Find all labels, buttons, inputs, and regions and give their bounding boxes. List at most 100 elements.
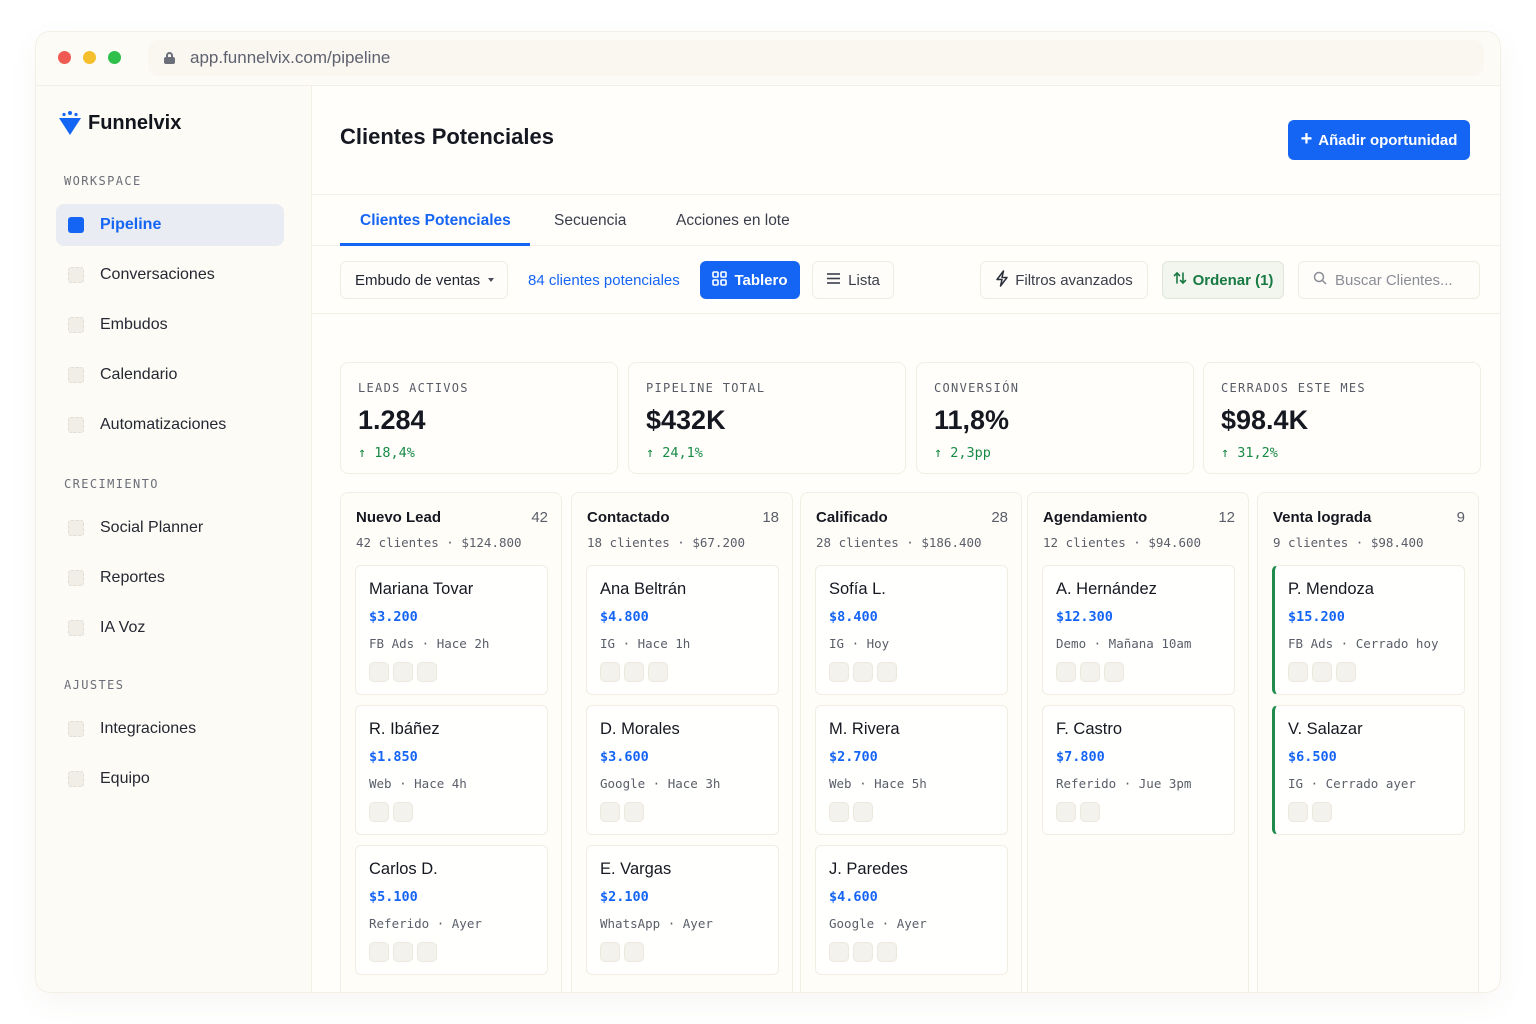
action-chip-icon[interactable] <box>417 942 437 962</box>
advanced-filters-button[interactable]: Filtros avanzados <box>980 261 1148 299</box>
lead-action-chips <box>369 802 413 822</box>
lead-card[interactable]: J. Paredes $4.600 Google · Ayer <box>815 845 1008 975</box>
action-chip-icon[interactable] <box>417 662 437 682</box>
address-bar[interactable]: app.funnelvix.com/pipeline <box>148 40 1484 76</box>
kpi-delta: ↑ 31,2% <box>1221 445 1278 461</box>
kpi-delta: ↑ 24,1% <box>646 445 703 461</box>
lead-amount: $7.800 <box>1056 749 1105 765</box>
board-view-button[interactable]: Tablero <box>700 261 800 299</box>
sidebar-item-equipo[interactable]: Equipo <box>56 758 284 800</box>
column-title: Agendamiento <box>1043 509 1148 526</box>
action-chip-icon[interactable] <box>829 662 849 682</box>
page-title: Clientes Potenciales <box>340 124 554 149</box>
tab-acciones-en-lote[interactable]: Acciones en lote <box>676 195 790 247</box>
lead-card[interactable]: A. Hernández $12.300 Demo · Mañana 10am <box>1042 565 1235 695</box>
sidebar-item-reportes[interactable]: Reportes <box>56 557 284 599</box>
action-chip-icon[interactable] <box>853 942 873 962</box>
sidebar-item-calendario[interactable]: Calendario <box>56 354 284 396</box>
action-chip-icon[interactable] <box>853 802 873 822</box>
action-chip-icon[interactable] <box>624 942 644 962</box>
action-chip-icon[interactable] <box>1312 802 1332 822</box>
sidebar-item-social-planner[interactable]: Social Planner <box>56 507 284 549</box>
kpi-label: PIPELINE TOTAL <box>646 381 766 395</box>
action-chip-icon[interactable] <box>369 942 389 962</box>
action-chip-icon[interactable] <box>1288 662 1308 682</box>
lead-card[interactable]: E. Vargas $2.100 WhatsApp · Ayer <box>586 845 779 975</box>
action-chip-icon[interactable] <box>600 942 620 962</box>
action-chip-icon[interactable] <box>393 662 413 682</box>
kanban-column-contactado: Contactado 18 18 clientes · $67.200 Ana Bel… <box>571 492 793 992</box>
calendar-icon <box>68 367 84 383</box>
kanban-column-venta-lograda: Venta lograda 9 9 clientes · $98.400 P. Men… <box>1257 492 1479 992</box>
pipeline-select-value: Embudo de ventas <box>355 271 481 289</box>
action-chip-icon[interactable] <box>853 662 873 682</box>
action-chip-icon[interactable] <box>369 662 389 682</box>
list-view-button[interactable]: Lista <box>812 261 894 299</box>
sidebar-item-label: Automatizaciones <box>100 416 227 433</box>
action-chip-icon[interactable] <box>624 662 644 682</box>
action-chip-icon[interactable] <box>1336 662 1356 682</box>
integrations-icon <box>68 721 84 737</box>
search-box[interactable] <box>1298 261 1480 299</box>
action-chip-icon[interactable] <box>1080 662 1100 682</box>
sidebar-item-pipeline[interactable]: Pipeline <box>56 204 284 246</box>
sort-button[interactable]: Ordenar (1) <box>1162 261 1284 299</box>
action-chip-icon[interactable] <box>1080 802 1100 822</box>
action-chip-icon[interactable] <box>829 942 849 962</box>
lead-name: M. Rivera <box>829 720 900 738</box>
minimize-window-button[interactable] <box>83 51 96 64</box>
lead-card[interactable]: Carlos D. $5.100 Referido · Ayer <box>355 845 548 975</box>
action-chip-icon[interactable] <box>1288 802 1308 822</box>
sidebar-section-crecimiento: CRECIMIENTO <box>64 477 159 491</box>
action-chip-icon[interactable] <box>1056 662 1076 682</box>
kpi-value: $98.4K <box>1221 405 1309 435</box>
action-chip-icon[interactable] <box>648 662 668 682</box>
action-chip-icon[interactable] <box>1056 802 1076 822</box>
tab-secuencia[interactable]: Secuencia <box>554 195 626 247</box>
sidebar-item-ia-voz[interactable]: IA Voz <box>56 607 284 649</box>
action-chip-icon[interactable] <box>877 942 897 962</box>
lead-count-link[interactable]: 84 clientes potenciales <box>528 261 680 299</box>
lead-card[interactable]: P. Mendoza $15.200 FB Ads · Cerrado hoy <box>1272 565 1465 695</box>
lead-card[interactable]: Sofía L. $8.400 IG · Hoy <box>815 565 1008 695</box>
lead-card[interactable]: Mariana Tovar $3.200 FB Ads · Hace 2h <box>355 565 548 695</box>
sidebar-item-label: Embudos <box>100 316 168 333</box>
action-chip-icon[interactable] <box>877 662 897 682</box>
lead-card[interactable]: D. Morales $3.600 Google · Hace 3h <box>586 705 779 835</box>
lead-card[interactable]: V. Salazar $6.500 IG · Cerrado ayer <box>1272 705 1465 835</box>
tab-clientes-potenciales[interactable]: Clientes Potenciales <box>360 195 511 247</box>
kpi-card-leads-activos: LEADS ACTIVOS 1.284 ↑ 18,4% <box>340 362 618 474</box>
close-window-button[interactable] <box>58 51 71 64</box>
maximize-window-button[interactable] <box>108 51 121 64</box>
voice-icon <box>68 620 84 636</box>
lead-meta: Google · Ayer <box>829 916 927 931</box>
action-chip-icon[interactable] <box>600 802 620 822</box>
lead-card[interactable]: F. Castro $7.800 Referido · Jue 3pm <box>1042 705 1235 835</box>
column-title: Calificado <box>816 509 888 526</box>
sidebar-item-conversaciones[interactable]: Conversaciones <box>56 254 284 296</box>
sidebar-item-integraciones[interactable]: Integraciones <box>56 708 284 750</box>
sidebar-item-embudos[interactable]: Embudos <box>56 304 284 346</box>
sidebar: Funnelvix WORKSPACE Pipeline Conversacione… <box>36 86 312 992</box>
search-input[interactable] <box>1335 271 1475 289</box>
action-chip-icon[interactable] <box>1312 662 1332 682</box>
action-chip-icon[interactable] <box>829 802 849 822</box>
lead-card[interactable]: R. Ibáñez $1.850 Web · Hace 4h <box>355 705 548 835</box>
action-chip-icon[interactable] <box>624 802 644 822</box>
lead-amount: $3.600 <box>600 749 649 765</box>
brand[interactable]: Funnelvix <box>58 110 181 136</box>
action-chip-icon[interactable] <box>600 662 620 682</box>
lead-action-chips <box>829 662 897 682</box>
lightning-icon <box>995 269 1009 291</box>
add-opportunity-button[interactable]: + Añadir oportunidad <box>1288 120 1470 160</box>
lead-card[interactable]: Ana Beltrán $4.800 IG · Hace 1h <box>586 565 779 695</box>
advanced-filters-label: Filtros avanzados <box>1015 271 1133 289</box>
action-chip-icon[interactable] <box>369 802 389 822</box>
action-chip-icon[interactable] <box>393 942 413 962</box>
lead-card[interactable]: M. Rivera $2.700 Web · Hace 5h <box>815 705 1008 835</box>
action-chip-icon[interactable] <box>393 802 413 822</box>
lead-amount: $15.200 <box>1288 609 1345 625</box>
pipeline-select[interactable]: Embudo de ventas <box>340 261 508 299</box>
sidebar-item-automatizaciones[interactable]: Automatizaciones <box>56 404 284 446</box>
action-chip-icon[interactable] <box>1104 662 1124 682</box>
